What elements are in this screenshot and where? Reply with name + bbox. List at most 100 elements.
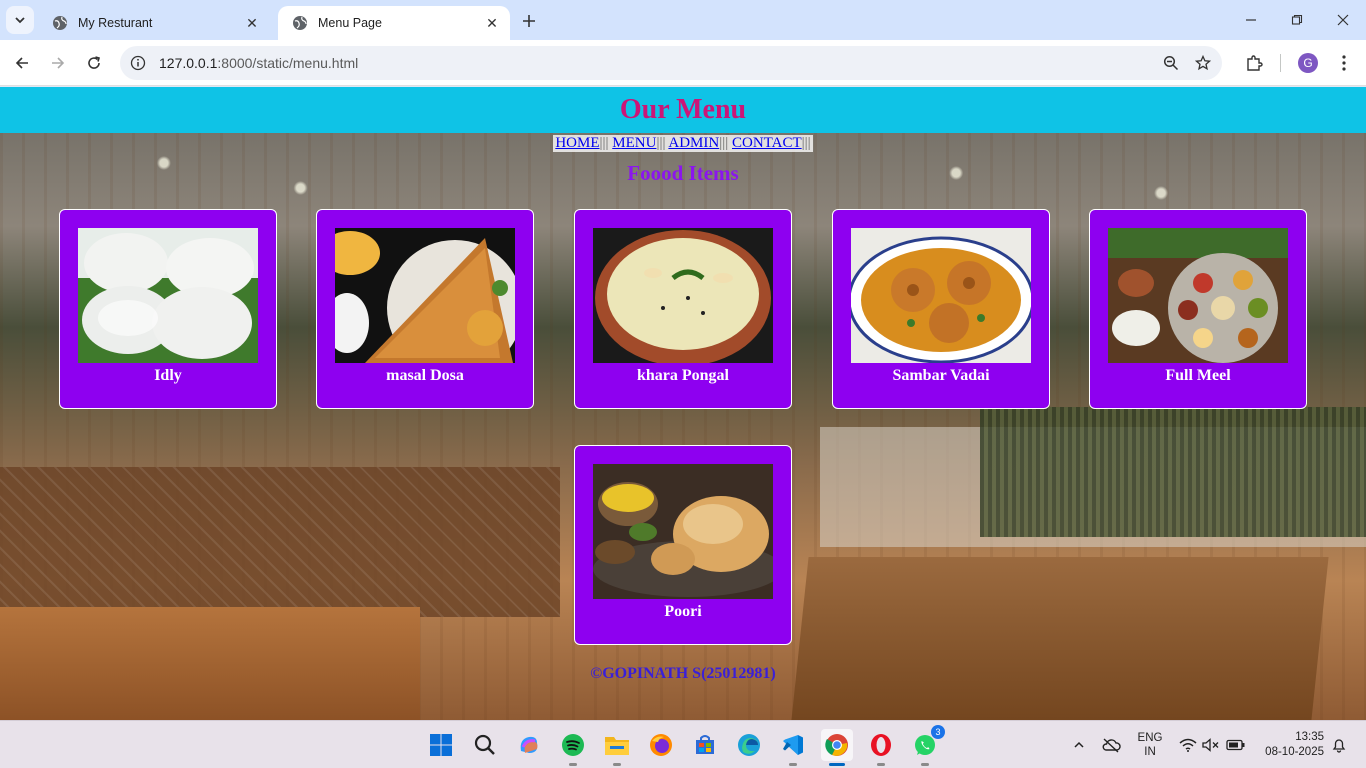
minimize-button[interactable] — [1228, 0, 1274, 40]
onedrive-button[interactable] — [1098, 721, 1124, 768]
arrow-right-icon — [52, 57, 65, 69]
nav-link-admin[interactable]: ADMIN — [668, 135, 719, 151]
menu-card-khara-pongal[interactable]: khara Pongal — [574, 209, 792, 409]
wifi-button[interactable] — [1176, 721, 1200, 768]
tab-title: My Resturant — [78, 16, 153, 30]
globe-icon — [293, 16, 307, 30]
chrome-icon — [825, 734, 848, 756]
chrome-button[interactable] — [821, 729, 853, 766]
restore-button[interactable] — [1274, 0, 1320, 40]
menu-item-name: Sambar Vadai — [892, 367, 990, 384]
edge-button[interactable] — [733, 729, 765, 761]
start-button[interactable] — [425, 729, 457, 761]
battery-button[interactable] — [1224, 721, 1248, 768]
site-info-icon[interactable] — [130, 55, 146, 71]
spotify-button[interactable] — [557, 729, 589, 766]
input-language-button[interactable]: ENG IN — [1132, 721, 1168, 768]
page-header: Our Menu — [0, 87, 1366, 133]
store-icon — [696, 735, 714, 754]
reload-button[interactable] — [80, 49, 108, 77]
star-icon — [1195, 55, 1211, 71]
nav-link-contact[interactable]: CONTACT — [732, 135, 802, 151]
notifications-button[interactable] — [1328, 721, 1350, 768]
profile-button[interactable]: G — [1294, 49, 1322, 77]
zoom-button[interactable] — [1156, 46, 1186, 80]
opera-button[interactable] — [865, 729, 897, 766]
menu-card-full-meel[interactable]: Full Meel — [1089, 209, 1307, 409]
toolbar-divider — [1280, 54, 1281, 72]
back-button[interactable] — [8, 49, 36, 77]
more-vertical-icon — [1342, 55, 1346, 71]
food-image-pongal — [593, 228, 773, 363]
nav-link-menu[interactable]: MENU — [612, 135, 656, 151]
close-icon — [1337, 14, 1349, 26]
tab-my-resturant[interactable]: My Resturant ✕ — [38, 6, 270, 40]
taskbar: 3 ENG IN 13:35 08-10-2025 — [0, 720, 1366, 768]
menu-item-name: Full Meel — [1165, 367, 1231, 384]
notification-badge: 3 — [931, 725, 945, 739]
copilot-icon — [520, 736, 538, 753]
close-window-button[interactable] — [1320, 0, 1366, 40]
food-image-poori — [593, 464, 773, 599]
running-indicator — [789, 763, 797, 766]
whatsapp-button[interactable]: 3 — [909, 725, 945, 766]
wifi-icon — [1179, 738, 1197, 752]
windows-start-icon — [430, 734, 452, 756]
avatar: G — [1298, 53, 1318, 73]
clock-button[interactable]: 13:35 08-10-2025 — [1252, 721, 1324, 768]
vscode-icon — [783, 735, 803, 755]
vscode-button[interactable] — [777, 729, 809, 766]
running-indicator — [921, 763, 929, 766]
nav-separator: ||| — [801, 135, 811, 151]
firefox-button[interactable] — [645, 729, 677, 761]
puzzle-icon — [1247, 55, 1263, 71]
language-region: IN — [1144, 746, 1156, 758]
store-button[interactable] — [689, 729, 721, 761]
address-bar[interactable]: 127.0.0.1:8000/static/menu.html — [120, 46, 1222, 80]
url-path: :8000/static/menu.html — [217, 55, 359, 71]
forward-button[interactable] — [44, 49, 72, 77]
food-image-sambar-vadai — [851, 228, 1031, 363]
menu-card-idly[interactable]: Idly — [59, 209, 277, 409]
edge-icon — [738, 734, 760, 756]
show-hidden-icons-button[interactable] — [1066, 721, 1092, 768]
menu-item-name: Poori — [664, 603, 702, 620]
tab-title: Menu Page — [318, 16, 382, 30]
arrow-left-icon — [15, 57, 28, 69]
menu-card-poori[interactable]: Poori — [574, 445, 792, 645]
close-tab-icon[interactable]: ✕ — [484, 15, 500, 31]
reload-icon — [88, 56, 100, 69]
copilot-button[interactable] — [513, 729, 545, 761]
url-text: 127.0.0.1:8000/static/menu.html — [159, 55, 358, 71]
plus-icon — [523, 15, 535, 27]
food-image-full-meal — [1108, 228, 1288, 363]
nav-link-home[interactable]: HOME — [555, 135, 599, 151]
close-tab-icon[interactable]: ✕ — [244, 15, 260, 31]
file-explorer-button[interactable] — [601, 729, 633, 766]
page-title: Our Menu — [619, 94, 747, 125]
taskbar-search-button[interactable] — [469, 729, 501, 761]
bookmark-button[interactable] — [1188, 46, 1218, 80]
spotify-icon — [562, 734, 584, 756]
opera-icon — [871, 734, 891, 756]
running-indicator — [613, 763, 621, 766]
minimize-icon — [1246, 19, 1256, 21]
page-viewport: Our Menu HOME||| MENU||| ADMIN||| CONTAC… — [0, 87, 1366, 720]
food-image-idly — [78, 228, 258, 363]
volume-button[interactable] — [1200, 721, 1222, 768]
menu-card-sambar-vadai[interactable]: Sambar Vadai — [832, 209, 1050, 409]
clock-date: 08-10-2025 — [1265, 746, 1324, 758]
new-tab-button[interactable] — [518, 10, 540, 32]
menu-item-name: masal Dosa — [386, 367, 464, 384]
tab-strip: My Resturant ✕ Menu Page ✕ — [0, 0, 1366, 40]
tab-search-button[interactable] — [6, 6, 34, 34]
extensions-button[interactable] — [1240, 49, 1268, 77]
menu-card-masal-dosa[interactable]: masal Dosa — [316, 209, 534, 409]
tab-menu-page[interactable]: Menu Page ✕ — [278, 6, 510, 40]
section-title: Foood Items — [627, 161, 739, 185]
restore-icon — [1291, 14, 1303, 25]
globe-icon — [53, 16, 67, 30]
folder-icon — [605, 737, 629, 755]
search-icon — [474, 734, 495, 755]
browser-menu-button[interactable] — [1330, 49, 1358, 77]
